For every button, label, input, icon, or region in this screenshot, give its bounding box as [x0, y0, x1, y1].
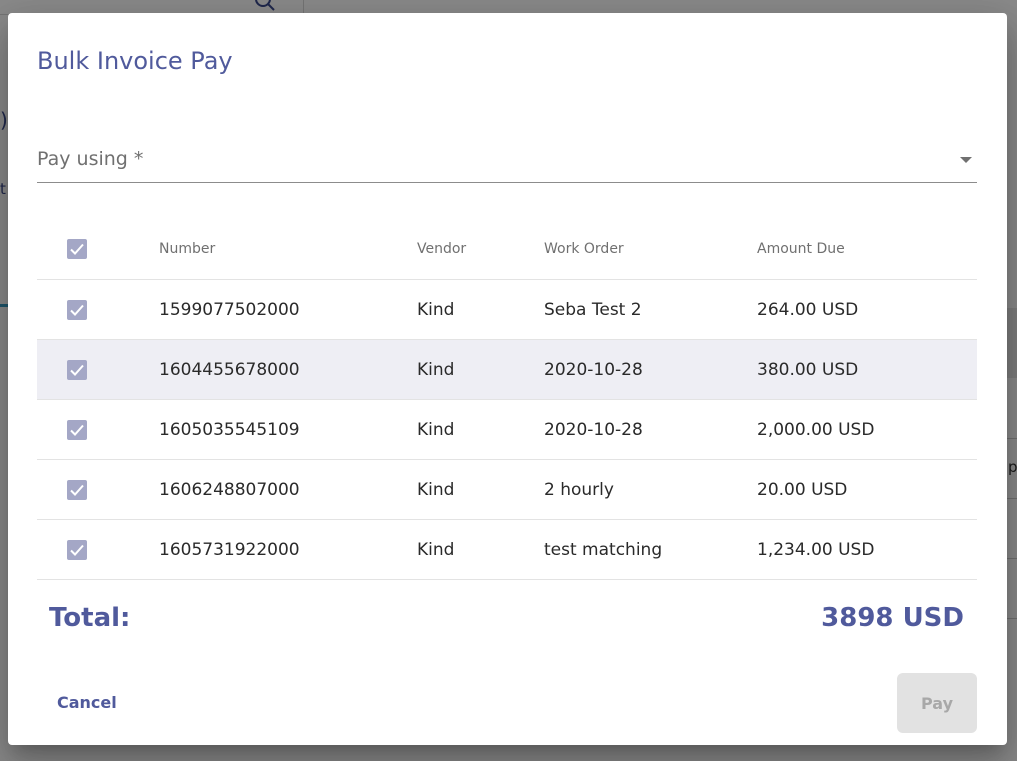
table-row[interactable]: 1599077502000 Kind Seba Test 2 264.00 US…	[37, 280, 977, 340]
bulk-invoice-pay-dialog: Bulk Invoice Pay Pay using * Number Vend…	[8, 13, 1007, 745]
pay-button[interactable]: Pay	[897, 673, 977, 733]
invoice-amount-due: 20.00 USD	[757, 479, 848, 500]
invoice-vendor: Kind	[417, 479, 455, 500]
table-row[interactable]: 1605731922000 Kind test matching 1,234.0…	[37, 520, 977, 580]
checkmark-icon	[70, 364, 84, 376]
checkmark-icon	[70, 484, 84, 496]
checkmark-icon	[70, 304, 84, 316]
checkmark-icon	[70, 424, 84, 436]
invoice-work-order: Seba Test 2	[544, 299, 642, 320]
invoice-number: 1605731922000	[159, 539, 300, 560]
row-select-cell	[67, 340, 87, 399]
row-select-cell	[67, 460, 87, 519]
invoice-work-order: 2020-10-28	[544, 419, 643, 440]
row-checkbox[interactable]	[67, 479, 87, 500]
row-checkbox[interactable]	[67, 359, 87, 380]
row-checkbox[interactable]	[67, 299, 87, 320]
cancel-button[interactable]: Cancel	[42, 685, 132, 719]
checkmark-icon	[70, 243, 84, 255]
invoice-work-order: 2020-10-28	[544, 359, 643, 380]
total-label: Total:	[49, 603, 131, 633]
table-row[interactable]: 1605035545109 Kind 2020-10-28 2,000.00 U…	[37, 400, 977, 460]
column-header-amount-due[interactable]: Amount Due	[757, 219, 845, 279]
dropdown-arrow-icon	[960, 157, 972, 163]
dialog-title: Bulk Invoice Pay	[37, 47, 233, 75]
column-header-work-order[interactable]: Work Order	[544, 219, 624, 279]
row-checkbox[interactable]	[67, 539, 87, 560]
invoice-vendor: Kind	[417, 419, 455, 440]
pay-using-select[interactable]: Pay using *	[37, 145, 977, 183]
row-select-cell	[67, 520, 87, 579]
invoice-vendor: Kind	[417, 299, 455, 320]
total-value: 3898 USD	[821, 603, 964, 633]
select-all-cell	[67, 219, 87, 279]
invoice-amount-due: 380.00 USD	[757, 359, 859, 380]
invoice-vendor: Kind	[417, 539, 455, 560]
row-select-cell	[67, 280, 87, 339]
column-header-number[interactable]: Number	[159, 219, 215, 279]
invoice-number: 1599077502000	[159, 299, 300, 320]
column-header-vendor[interactable]: Vendor	[417, 219, 466, 279]
select-all-checkbox[interactable]	[67, 239, 87, 259]
row-select-cell	[67, 400, 87, 459]
row-checkbox[interactable]	[67, 419, 87, 440]
checkmark-icon	[70, 544, 84, 556]
invoice-amount-due: 2,000.00 USD	[757, 419, 875, 440]
invoice-work-order: 2 hourly	[544, 479, 614, 500]
invoice-work-order: test matching	[544, 539, 663, 560]
table-row[interactable]: 1604455678000 Kind 2020-10-28 380.00 USD	[37, 340, 977, 400]
invoice-table: Number Vendor Work Order Amount Due 1599…	[37, 219, 977, 580]
invoice-amount-due: 264.00 USD	[757, 299, 859, 320]
invoice-vendor: Kind	[417, 359, 455, 380]
table-header-row: Number Vendor Work Order Amount Due	[37, 219, 977, 280]
invoice-amount-due: 1,234.00 USD	[757, 539, 875, 560]
invoice-number: 1606248807000	[159, 479, 300, 500]
table-row[interactable]: 1606248807000 Kind 2 hourly 20.00 USD	[37, 460, 977, 520]
pay-using-label: Pay using *	[37, 148, 144, 170]
invoice-number: 1605035545109	[159, 419, 300, 440]
invoice-number: 1604455678000	[159, 359, 300, 380]
